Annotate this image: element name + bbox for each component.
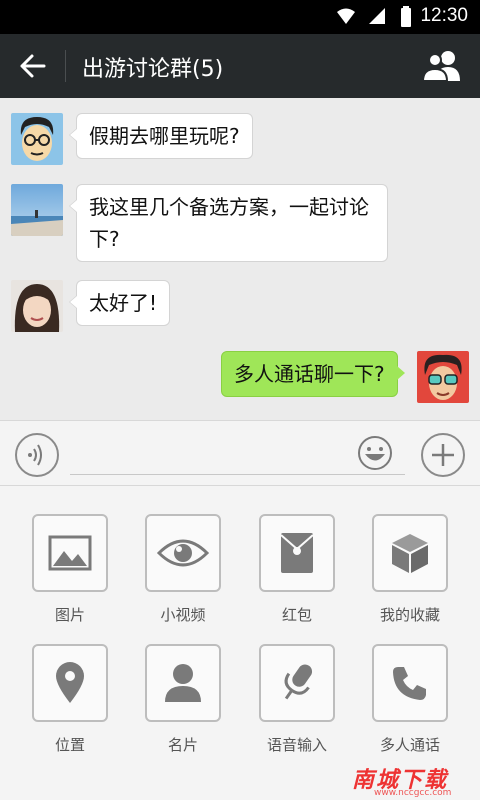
back-arrow-icon xyxy=(20,54,46,78)
message-text: 我这里几个备选方案，一起讨论下? xyxy=(89,195,369,251)
group-icon xyxy=(421,51,460,82)
image-icon xyxy=(48,535,92,571)
avatar-girl-photo-image xyxy=(11,280,63,332)
battery-icon xyxy=(401,6,411,27)
back-button[interactable] xyxy=(14,48,52,84)
emoji-button[interactable] xyxy=(357,435,393,471)
status-time: 12:30 xyxy=(420,5,468,26)
title-bar: 出游讨论群(5) xyxy=(0,34,480,98)
tool-icon-box[interactable] xyxy=(32,644,108,722)
message-bubble[interactable]: 太好了! xyxy=(68,280,171,326)
avatar[interactable] xyxy=(11,184,63,236)
tool-label: 图片 xyxy=(54,606,85,624)
tool-image[interactable]: 图片 xyxy=(32,514,108,625)
voice-mode-button[interactable] xyxy=(15,433,59,477)
message-bubble-self[interactable]: 多人通话聊一下? xyxy=(221,351,405,397)
red-packet-icon xyxy=(280,533,314,573)
person-icon xyxy=(165,664,201,702)
tool-short-video[interactable]: 小视频 xyxy=(145,514,221,625)
phone-icon xyxy=(393,667,426,700)
tool-contact-card[interactable]: 名片 xyxy=(145,644,221,755)
avatar-cartoon-glasses-image xyxy=(11,113,63,165)
tool-favorites[interactable]: 我的收藏 xyxy=(372,514,448,625)
voice-waves-icon xyxy=(28,444,42,466)
tool-icon-box[interactable] xyxy=(259,514,335,592)
avatar[interactable] xyxy=(11,280,63,332)
avatar-self[interactable] xyxy=(417,351,469,403)
avatar-cartoon-sunglasses-image xyxy=(417,351,469,403)
eye-icon xyxy=(157,539,209,567)
status-bar: 12:30 xyxy=(0,0,480,34)
plus-icon xyxy=(432,444,454,466)
message-input[interactable] xyxy=(70,435,405,475)
page-title: 出游讨论群(5) xyxy=(82,57,224,82)
tool-icon-box[interactable] xyxy=(32,514,108,592)
microphone-icon xyxy=(284,664,313,700)
tool-icon-box[interactable] xyxy=(145,644,221,722)
more-actions-button[interactable] xyxy=(421,433,465,477)
title-divider xyxy=(65,50,66,82)
tool-label: 多人通话 xyxy=(379,736,440,754)
tool-icon-box[interactable] xyxy=(372,644,448,722)
group-members-button[interactable] xyxy=(420,48,466,84)
tool-label: 名片 xyxy=(167,736,198,754)
tool-label: 位置 xyxy=(54,736,85,754)
box-icon xyxy=(392,534,428,573)
message-bubble[interactable]: 我这里几个备选方案，一起讨论下? xyxy=(69,184,388,262)
message-text: 太好了! xyxy=(89,291,158,315)
signal-icon xyxy=(369,8,385,24)
message-bubble[interactable]: 假期去哪里玩呢? xyxy=(69,113,253,159)
tool-label: 我的收藏 xyxy=(379,606,440,624)
tool-icon-box[interactable] xyxy=(372,514,448,592)
tool-label: 红包 xyxy=(281,606,312,624)
watermark: 南城下载 www.nccgcc.com xyxy=(352,762,472,798)
tool-label: 语音输入 xyxy=(266,736,327,754)
tool-label: 小视频 xyxy=(160,606,206,624)
message-text: 假期去哪里玩呢? xyxy=(89,124,240,148)
tool-location[interactable]: 位置 xyxy=(32,644,108,755)
more-actions-panel: 图片 小视频 红包 我的收藏 位置 名片 语音输入 多人通话 xyxy=(0,486,480,800)
location-pin-icon xyxy=(56,662,84,703)
avatar-landscape-image xyxy=(11,184,63,236)
chat-area[interactable]: 假期去哪里玩呢? 我这里几个备选方案，一起讨论下? 太好了! 多人通话聊一下? xyxy=(0,98,480,420)
tool-icon-box[interactable] xyxy=(259,644,335,722)
tool-voice-input[interactable]: 语音输入 xyxy=(259,644,335,755)
watermark-url: www.nccgcc.com xyxy=(374,788,452,798)
message-text: 多人通话聊一下? xyxy=(234,362,385,386)
wifi-icon xyxy=(337,8,355,24)
avatar[interactable] xyxy=(11,113,63,165)
input-bar xyxy=(0,420,480,486)
tool-red-packet[interactable]: 红包 xyxy=(259,514,335,625)
smiley-icon xyxy=(358,436,392,470)
tool-icon-box[interactable] xyxy=(145,514,221,592)
tool-group-call[interactable]: 多人通话 xyxy=(372,644,448,755)
